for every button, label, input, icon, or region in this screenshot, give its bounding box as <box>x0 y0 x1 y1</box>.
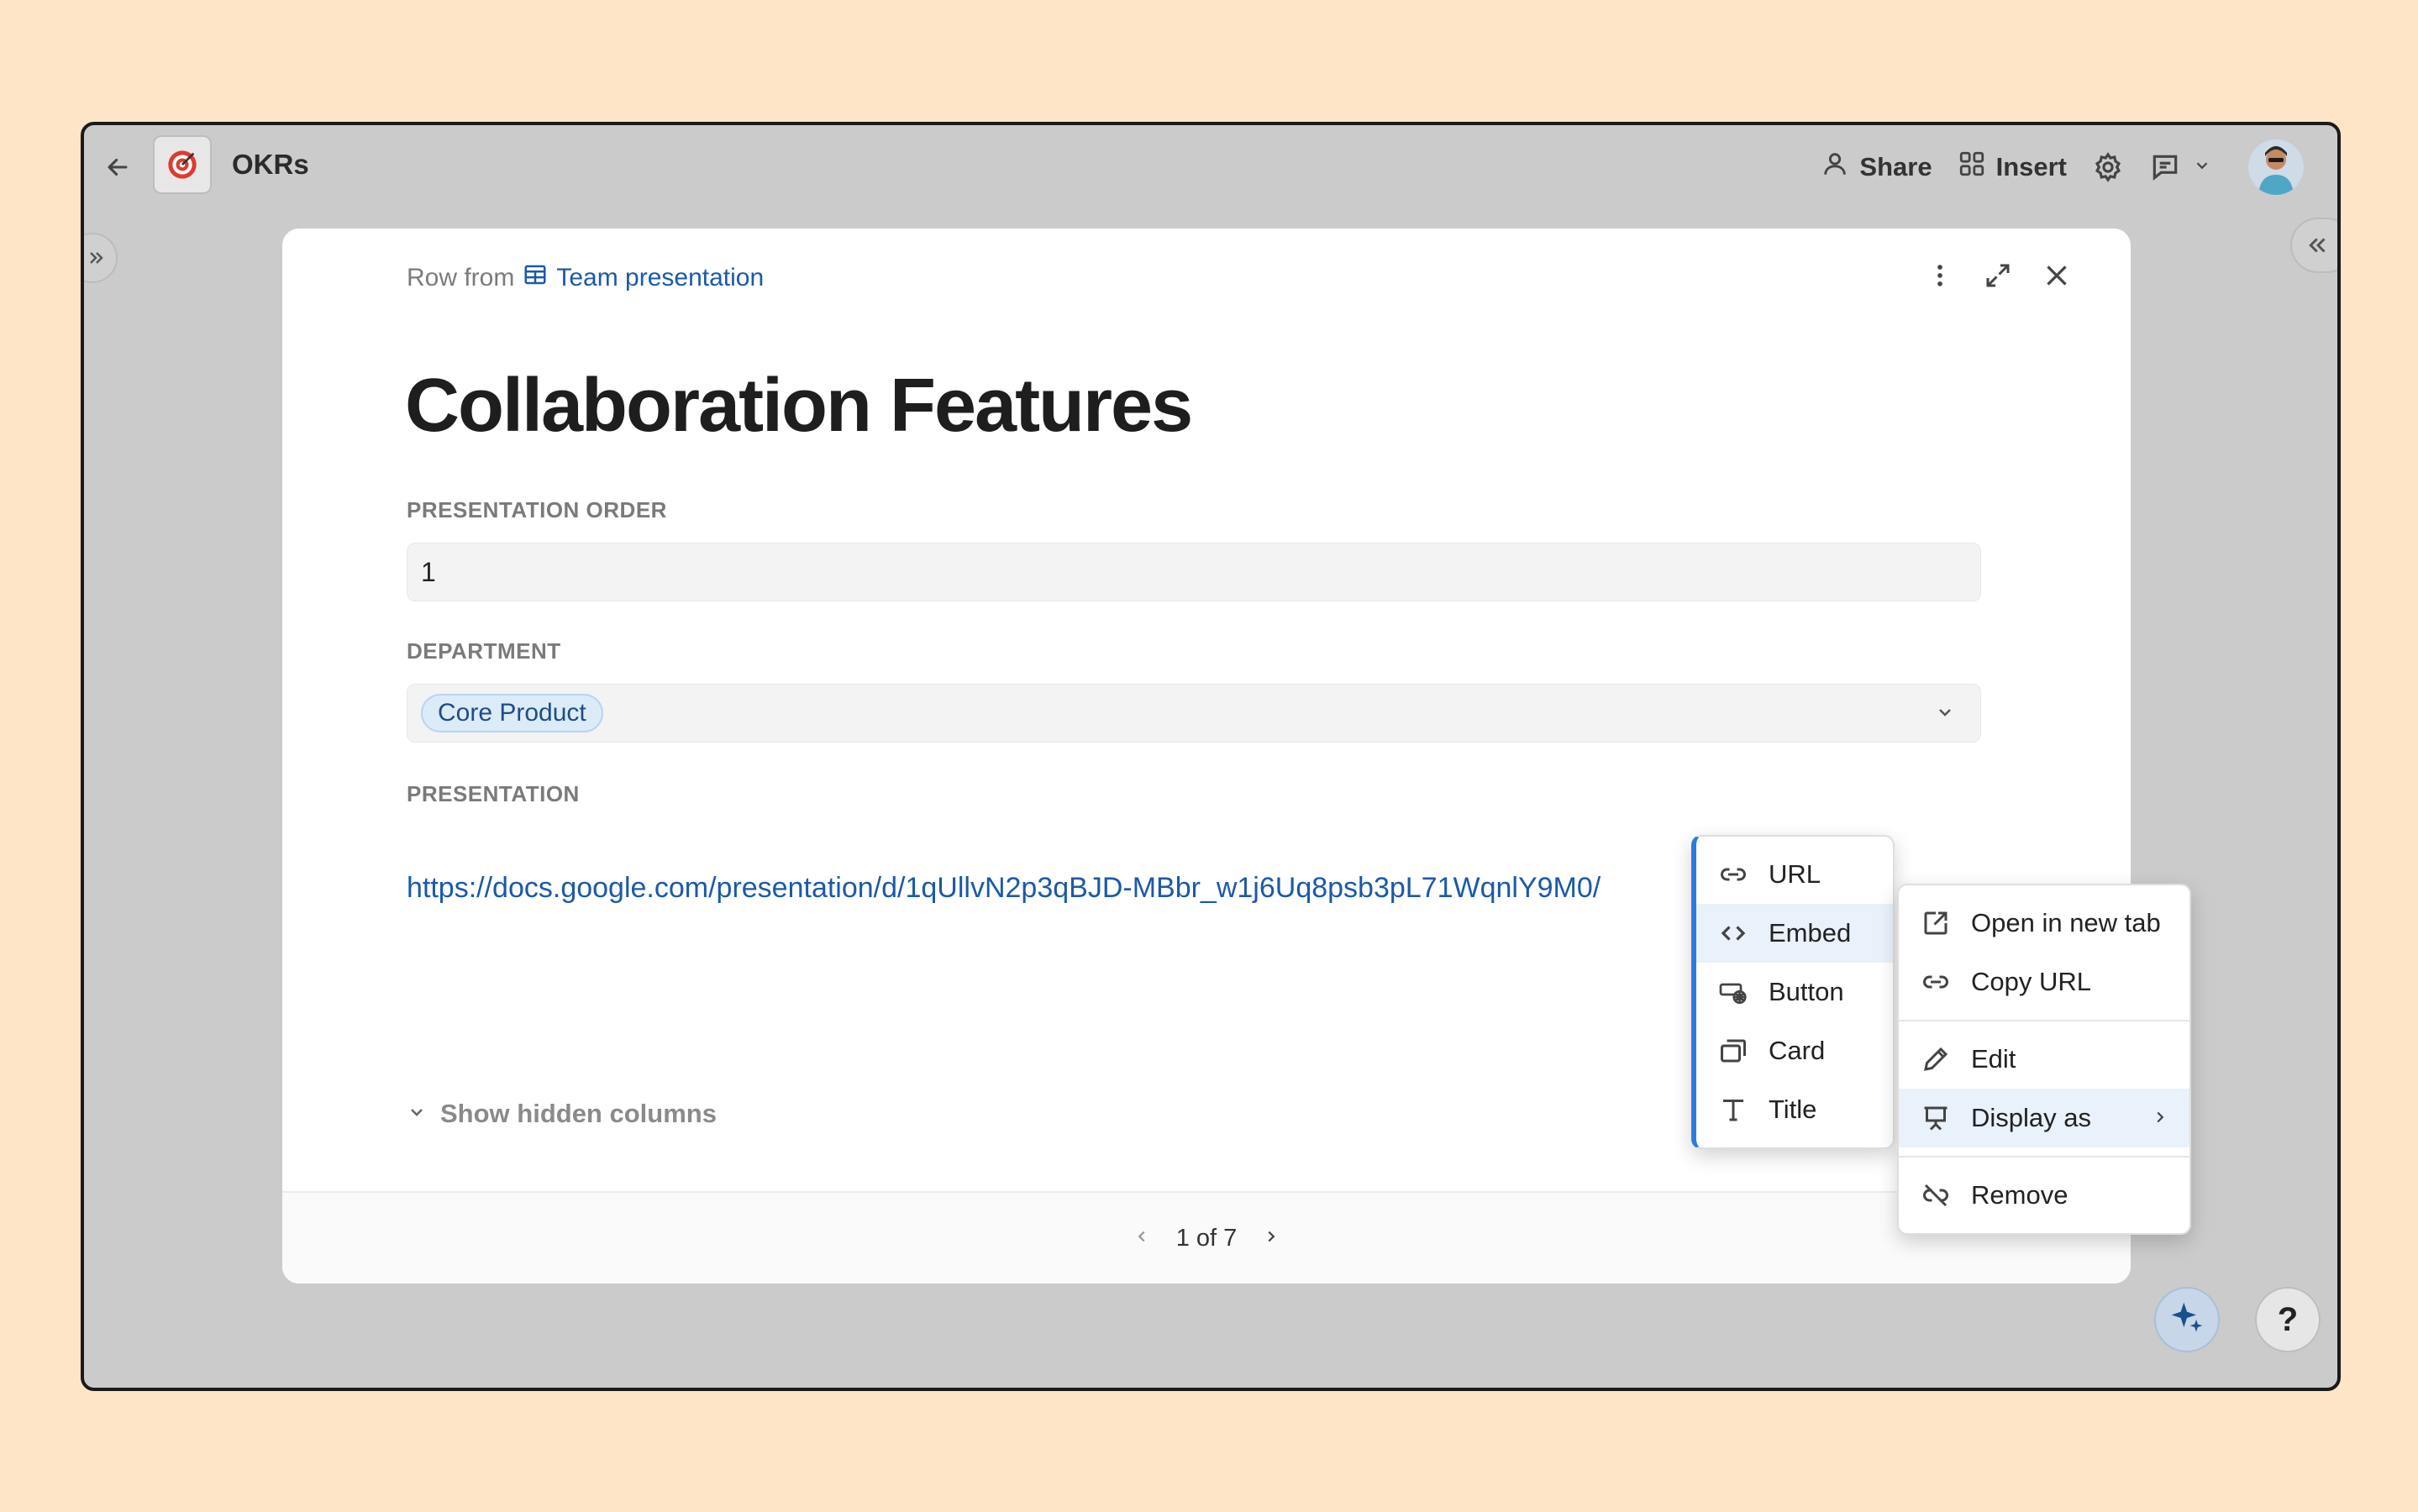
open-in-new-tab-item[interactable]: Open in new tab <box>1899 894 2189 953</box>
expand-sidebar-icon[interactable] <box>84 233 118 283</box>
insert-button[interactable]: Insert <box>1958 150 2067 185</box>
url-context-menu: Open in new tab Copy URL Edit Display as <box>1897 884 2191 1235</box>
avatar[interactable] <box>2248 139 2304 195</box>
card-icon <box>1716 1034 1750 1068</box>
presentation-order-label: PRESENTATION ORDER <box>407 497 667 522</box>
gear-icon[interactable] <box>2092 151 2124 183</box>
pager: 1 of 7 <box>282 1191 2131 1284</box>
display-card-option[interactable]: Card <box>1696 1021 1893 1080</box>
comment-icon[interactable] <box>2149 151 2211 183</box>
code-icon <box>1716 916 1750 950</box>
help-button[interactable]: ? <box>2255 1287 2321 1352</box>
presentation-label: PRESENTATION <box>407 781 580 806</box>
top-bar: OKRs Share Insert <box>84 125 2337 209</box>
share-button[interactable]: Share <box>1821 150 1932 185</box>
table-name: Team presentation <box>556 264 765 291</box>
page-indicator: 1 of 7 <box>1175 1224 1238 1252</box>
edit-label: Edit <box>1971 1044 2016 1074</box>
grid-icon <box>1958 150 1986 185</box>
edit-item[interactable]: Edit <box>1899 1030 2189 1089</box>
display-url-label: URL <box>1769 859 1821 889</box>
more-options-icon[interactable] <box>1926 261 1954 294</box>
presentation-order-value: 1 <box>421 556 436 587</box>
breadcrumb-prefix: Row from <box>407 264 515 291</box>
display-title-option[interactable]: Title <box>1696 1080 1893 1139</box>
modal-tools <box>1926 260 2072 295</box>
copy-url-item[interactable]: Copy URL <box>1899 953 2189 1011</box>
open-in-new-tab-label: Open in new tab <box>1971 908 2161 937</box>
pencil-icon <box>1919 1042 1953 1076</box>
department-select[interactable]: Core Product <box>407 684 1981 743</box>
show-hidden-label: Show hidden columns <box>440 1099 717 1128</box>
sparkle-icon <box>2168 1299 2205 1341</box>
remove-item[interactable]: Remove <box>1899 1166 2189 1225</box>
display-as-item[interactable]: Display as <box>1899 1089 2189 1147</box>
share-label: Share <box>1859 152 1932 181</box>
chevron-down-icon[interactable] <box>2193 156 2211 179</box>
department-label: DEPARTMENT <box>407 638 561 664</box>
row-title[interactable]: Collaboration Features <box>405 363 1193 449</box>
unlink-icon <box>1919 1179 1953 1212</box>
top-actions: Share Insert <box>1821 135 2304 199</box>
display-as-label: Display as <box>1971 1103 2091 1132</box>
chevron-right-icon <box>2151 1103 2169 1133</box>
display-as-submenu: URL Embed Button Card Title <box>1691 835 1895 1149</box>
back-arrow-icon[interactable] <box>99 149 136 186</box>
display-button-option[interactable]: Button <box>1696 963 1893 1021</box>
question-icon: ? <box>2277 1300 2299 1338</box>
presentation-order-field[interactable]: 1 <box>407 543 1981 601</box>
chevron-down-icon <box>407 1099 427 1129</box>
ai-sparkle-button[interactable] <box>2154 1287 2220 1352</box>
remove-label: Remove <box>1971 1180 2068 1210</box>
table-icon <box>523 262 548 294</box>
menu-divider <box>1899 1020 2189 1021</box>
person-icon <box>1821 150 1849 185</box>
copy-url-label: Copy URL <box>1971 967 2091 996</box>
text-icon <box>1716 1093 1750 1126</box>
display-embed-option[interactable]: Embed <box>1696 904 1893 963</box>
close-icon[interactable] <box>2042 260 2072 295</box>
display-embed-label: Embed <box>1769 918 1852 948</box>
next-page-icon[interactable] <box>1262 1225 1280 1252</box>
external-link-icon <box>1919 906 1953 940</box>
chevron-down-icon[interactable] <box>1935 698 1955 729</box>
show-hidden-columns-button[interactable]: Show hidden columns <box>407 1099 717 1129</box>
link-icon <box>1919 965 1953 999</box>
presentation-icon <box>1919 1101 1953 1135</box>
expand-icon[interactable] <box>1983 260 2013 295</box>
app-window: OKRs Share Insert Row from Team presenta… <box>81 122 2341 1391</box>
target-icon[interactable] <box>153 135 212 194</box>
link-icon <box>1716 858 1750 891</box>
breadcrumb: Row from Team presentation <box>407 262 764 294</box>
collapse-panel-icon[interactable] <box>2290 218 2337 273</box>
button-icon <box>1716 975 1750 1009</box>
table-link[interactable]: Team presentation <box>523 262 764 294</box>
menu-divider <box>1899 1156 2189 1158</box>
display-button-label: Button <box>1769 977 1844 1006</box>
department-chip[interactable]: Core Product <box>421 694 603 732</box>
display-card-label: Card <box>1769 1036 1826 1065</box>
prev-page-icon[interactable] <box>1133 1225 1151 1252</box>
display-url-option[interactable]: URL <box>1696 845 1893 904</box>
doc-title[interactable]: OKRs <box>232 149 309 181</box>
insert-label: Insert <box>1995 152 2067 181</box>
display-title-label: Title <box>1769 1095 1817 1124</box>
